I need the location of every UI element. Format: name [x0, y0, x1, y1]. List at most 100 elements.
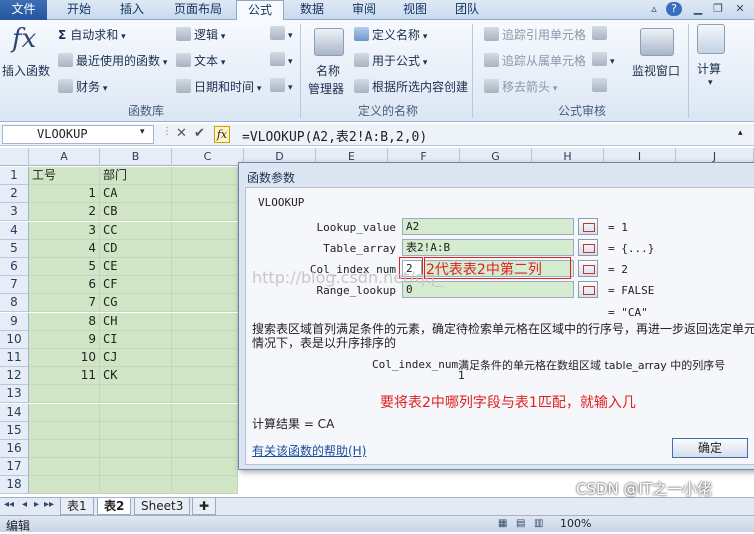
tab-data[interactable]: 数据: [290, 0, 334, 20]
row-header-8[interactable]: 8: [0, 294, 29, 312]
sheet-tab-1[interactable]: 表1: [60, 498, 94, 515]
row-header-3[interactable]: 3: [0, 203, 29, 221]
cell-b11[interactable]: CJ: [100, 349, 172, 367]
datetime-button[interactable]: 日期和时间 ▾: [176, 78, 261, 95]
cell-a8[interactable]: 7: [29, 294, 100, 312]
row-header-15[interactable]: 15: [0, 422, 29, 440]
cell-a6[interactable]: 5: [29, 258, 100, 276]
cell-b10[interactable]: CI: [100, 331, 172, 349]
column-header-b[interactable]: B: [100, 148, 172, 166]
cell-b16[interactable]: [100, 440, 172, 458]
row-header-6[interactable]: 6: [0, 258, 29, 276]
cell-b13[interactable]: [100, 385, 172, 403]
cell-c15[interactable]: [172, 422, 238, 440]
tab-review[interactable]: 审阅: [342, 0, 386, 20]
name-manager-label-2[interactable]: 管理器: [308, 80, 344, 97]
insert-function-button[interactable]: 插入函数: [2, 62, 50, 79]
ribbon-minimize-icon[interactable]: ▵: [646, 2, 662, 16]
cell-a1[interactable]: 工号: [29, 167, 100, 185]
cell-a5[interactable]: 4: [29, 240, 100, 258]
row-header-12[interactable]: 12: [0, 367, 29, 385]
cell-b3[interactable]: CB: [100, 203, 172, 221]
tab-file[interactable]: 文件: [0, 0, 47, 20]
row-header-9[interactable]: 9: [0, 313, 29, 331]
zoom-level[interactable]: 100%: [560, 517, 591, 530]
enter-check-icon[interactable]: ✔: [194, 126, 205, 141]
row-header-14[interactable]: 14: [0, 404, 29, 422]
tab-page-layout[interactable]: 页面布局: [163, 0, 233, 20]
cell-b18[interactable]: [100, 476, 172, 494]
financial-button[interactable]: 财务 ▾: [58, 78, 107, 95]
tab-home[interactable]: 开始: [55, 0, 103, 20]
collapse-dialog-icon[interactable]: [578, 260, 598, 277]
cell-c3[interactable]: [172, 203, 238, 221]
row-header-16[interactable]: 16: [0, 440, 29, 458]
row-header-18[interactable]: 18: [0, 476, 29, 494]
cell-c7[interactable]: [172, 276, 238, 294]
row-header-2[interactable]: 2: [0, 185, 29, 203]
cell-a4[interactable]: 3: [29, 222, 100, 240]
row-header-17[interactable]: 17: [0, 458, 29, 476]
cell-a15[interactable]: [29, 422, 100, 440]
cell-b6[interactable]: CE: [100, 258, 172, 276]
formula-input[interactable]: =VLOOKUP(A2,表2!A:B,2,0): [242, 126, 427, 145]
cancel-icon[interactable]: ✕: [176, 126, 187, 141]
cell-c14[interactable]: [172, 404, 238, 422]
cell-a17[interactable]: [29, 458, 100, 476]
tab-formulas[interactable]: 公式: [236, 0, 284, 21]
use-in-formula-button[interactable]: 用于公式 ▾: [354, 52, 427, 69]
first-sheet-icon[interactable]: ◂◂: [4, 499, 14, 510]
cell-b4[interactable]: CC: [100, 222, 172, 240]
ok-button[interactable]: 确定: [672, 438, 748, 458]
cell-a14[interactable]: [29, 404, 100, 422]
cell-b14[interactable]: [100, 404, 172, 422]
select-all-corner[interactable]: [0, 148, 29, 166]
cell-a3[interactable]: 2: [29, 203, 100, 221]
cell-b8[interactable]: CG: [100, 294, 172, 312]
row-header-7[interactable]: 7: [0, 276, 29, 294]
column-header-a[interactable]: A: [29, 148, 100, 166]
window-close-icon[interactable]: ✕: [732, 2, 748, 16]
sheet-tab-3[interactable]: Sheet3: [134, 498, 191, 515]
new-sheet-icon[interactable]: ✚: [192, 498, 216, 515]
cell-c17[interactable]: [172, 458, 238, 476]
cell-c4[interactable]: [172, 222, 238, 240]
cell-a16[interactable]: [29, 440, 100, 458]
window-restore-icon[interactable]: ❐: [710, 2, 726, 16]
cell-b7[interactable]: CF: [100, 276, 172, 294]
cell-b5[interactable]: CD: [100, 240, 172, 258]
cell-a2[interactable]: 1: [29, 185, 100, 203]
define-name-button[interactable]: 定义名称 ▾: [354, 26, 427, 43]
column-header-c[interactable]: C: [172, 148, 244, 166]
cell-b17[interactable]: [100, 458, 172, 476]
row-header-10[interactable]: 10: [0, 331, 29, 349]
more-functions-button[interactable]: ▾: [270, 78, 293, 93]
tab-insert[interactable]: 插入: [109, 0, 155, 20]
row-header-5[interactable]: 5: [0, 240, 29, 258]
autosum-button[interactable]: Σ 自动求和 ▾: [58, 26, 126, 43]
cell-b15[interactable]: [100, 422, 172, 440]
tab-view[interactable]: 视图: [393, 0, 437, 20]
cell-a9[interactable]: 8: [29, 313, 100, 331]
cell-c18[interactable]: [172, 476, 238, 494]
cell-c12[interactable]: [172, 367, 238, 385]
cell-c10[interactable]: [172, 331, 238, 349]
cell-c1[interactable]: [172, 167, 238, 185]
cell-c6[interactable]: [172, 258, 238, 276]
arg-input-lookup-value[interactable]: A2: [402, 218, 574, 235]
next-sheet-icon[interactable]: ▸: [34, 499, 39, 510]
prev-sheet-icon[interactable]: ◂: [22, 499, 27, 510]
row-header-13[interactable]: 13: [0, 385, 29, 403]
trace-dependents-button[interactable]: 追踪从属单元格: [484, 52, 586, 69]
page-layout-view-icon[interactable]: ▤: [516, 518, 525, 529]
error-checking-button[interactable]: ▾: [592, 52, 615, 67]
cell-a10[interactable]: 9: [29, 331, 100, 349]
expand-formula-bar-icon[interactable]: ▴: [738, 128, 743, 138]
cell-b9[interactable]: CH: [100, 313, 172, 331]
row-header-11[interactable]: 11: [0, 349, 29, 367]
tab-team[interactable]: 团队: [445, 0, 489, 20]
show-formulas-button[interactable]: [592, 26, 610, 41]
evaluate-formula-button[interactable]: [592, 78, 610, 93]
cell-a18[interactable]: [29, 476, 100, 494]
cell-c2[interactable]: [172, 185, 238, 203]
